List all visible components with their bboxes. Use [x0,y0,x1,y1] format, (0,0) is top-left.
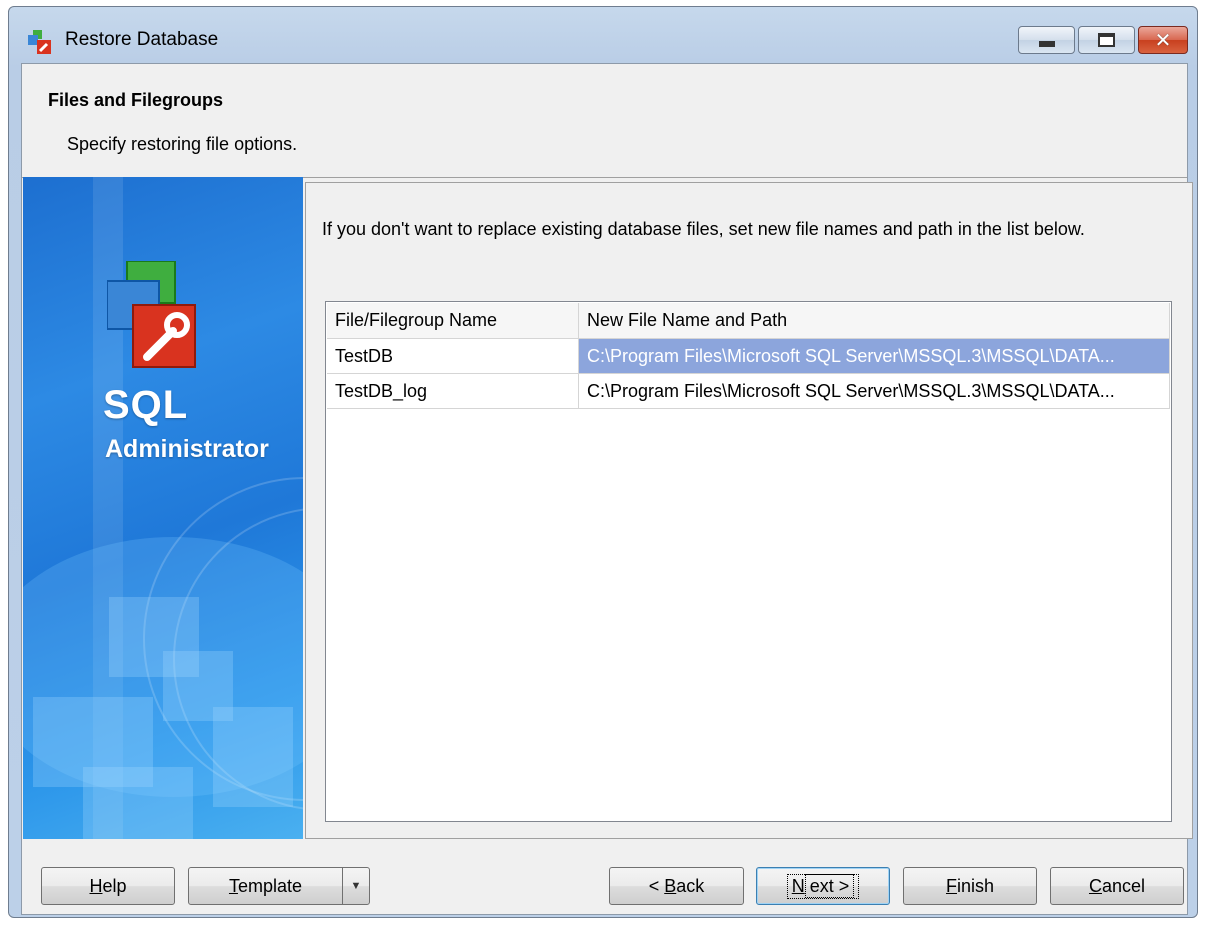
banner-square [213,707,293,807]
column-header-file-name[interactable]: File/Filegroup Name [327,303,579,338]
template-button-label: Template [228,875,303,896]
cancel-button-label: Cancel [1088,875,1146,896]
product-name-sql: SQL [103,383,189,427]
help-button[interactable]: Help [41,867,175,905]
next-button[interactable]: Next > [756,867,890,905]
finish-button-label: Finish [945,875,995,896]
back-button-label: < Back [648,875,705,896]
product-banner: SQL Administrator [23,177,303,839]
files-panel: If you don't want to replace existing da… [305,182,1193,839]
wizard-client-area: Files and Filegroups Specify restoring f… [21,63,1193,916]
files-grid[interactable]: File/Filegroup Name New File Name and Pa… [325,301,1172,822]
chevron-down-icon: ▼ [350,880,362,892]
help-button-label: Help [89,875,127,896]
banner-square [83,767,193,839]
restore-database-window: Restore Database ✕ Files and Filegroups … [8,6,1198,918]
window-title: Restore Database [65,29,219,50]
next-button-label: Next > [786,873,860,899]
maximize-icon [1098,33,1115,47]
finish-button[interactable]: Finish [903,867,1037,905]
page-title: Files and Filegroups [48,90,224,110]
back-button[interactable]: < Back [609,867,744,905]
minimize-icon [1038,41,1055,47]
file-name-cell[interactable]: TestDB [327,339,579,374]
close-button[interactable]: ✕ [1138,26,1188,54]
grid-header: File/Filegroup Name New File Name and Pa… [327,303,1170,339]
new-path-cell[interactable]: C:\Program Files\Microsoft SQL Server\MS… [579,374,1170,409]
product-name-administrator: Administrator [105,435,269,463]
template-button[interactable]: Template [188,867,343,905]
page-subtitle: Specify restoring file options. [67,134,298,154]
table-row[interactable]: TestDB_log C:\Program Files\Microsoft SQ… [327,374,1170,409]
column-header-new-path[interactable]: New File Name and Path [579,303,1170,338]
title-bar[interactable]: Restore Database ✕ [9,7,1197,61]
template-dropdown-button[interactable]: ▼ [342,867,370,905]
minimize-button[interactable] [1018,26,1075,54]
file-name-cell[interactable]: TestDB_log [327,374,579,409]
sql-administrator-app-icon [28,30,51,54]
maximize-button[interactable] [1078,26,1135,54]
sql-administrator-logo-icon [107,261,196,368]
new-path-cell[interactable]: C:\Program Files\Microsoft SQL Server\MS… [579,339,1170,374]
wizard-header: Files and Filegroups Specify restoring f… [22,64,1187,178]
close-icon: ✕ [1154,28,1172,52]
table-row[interactable]: TestDB C:\Program Files\Microsoft SQL Se… [327,339,1170,374]
instruction-text: If you don't want to replace existing da… [322,219,1085,239]
wizard-footer: Help Template ▼ < Back Next > Finish Can… [22,840,1187,916]
cancel-button[interactable]: Cancel [1050,867,1184,905]
